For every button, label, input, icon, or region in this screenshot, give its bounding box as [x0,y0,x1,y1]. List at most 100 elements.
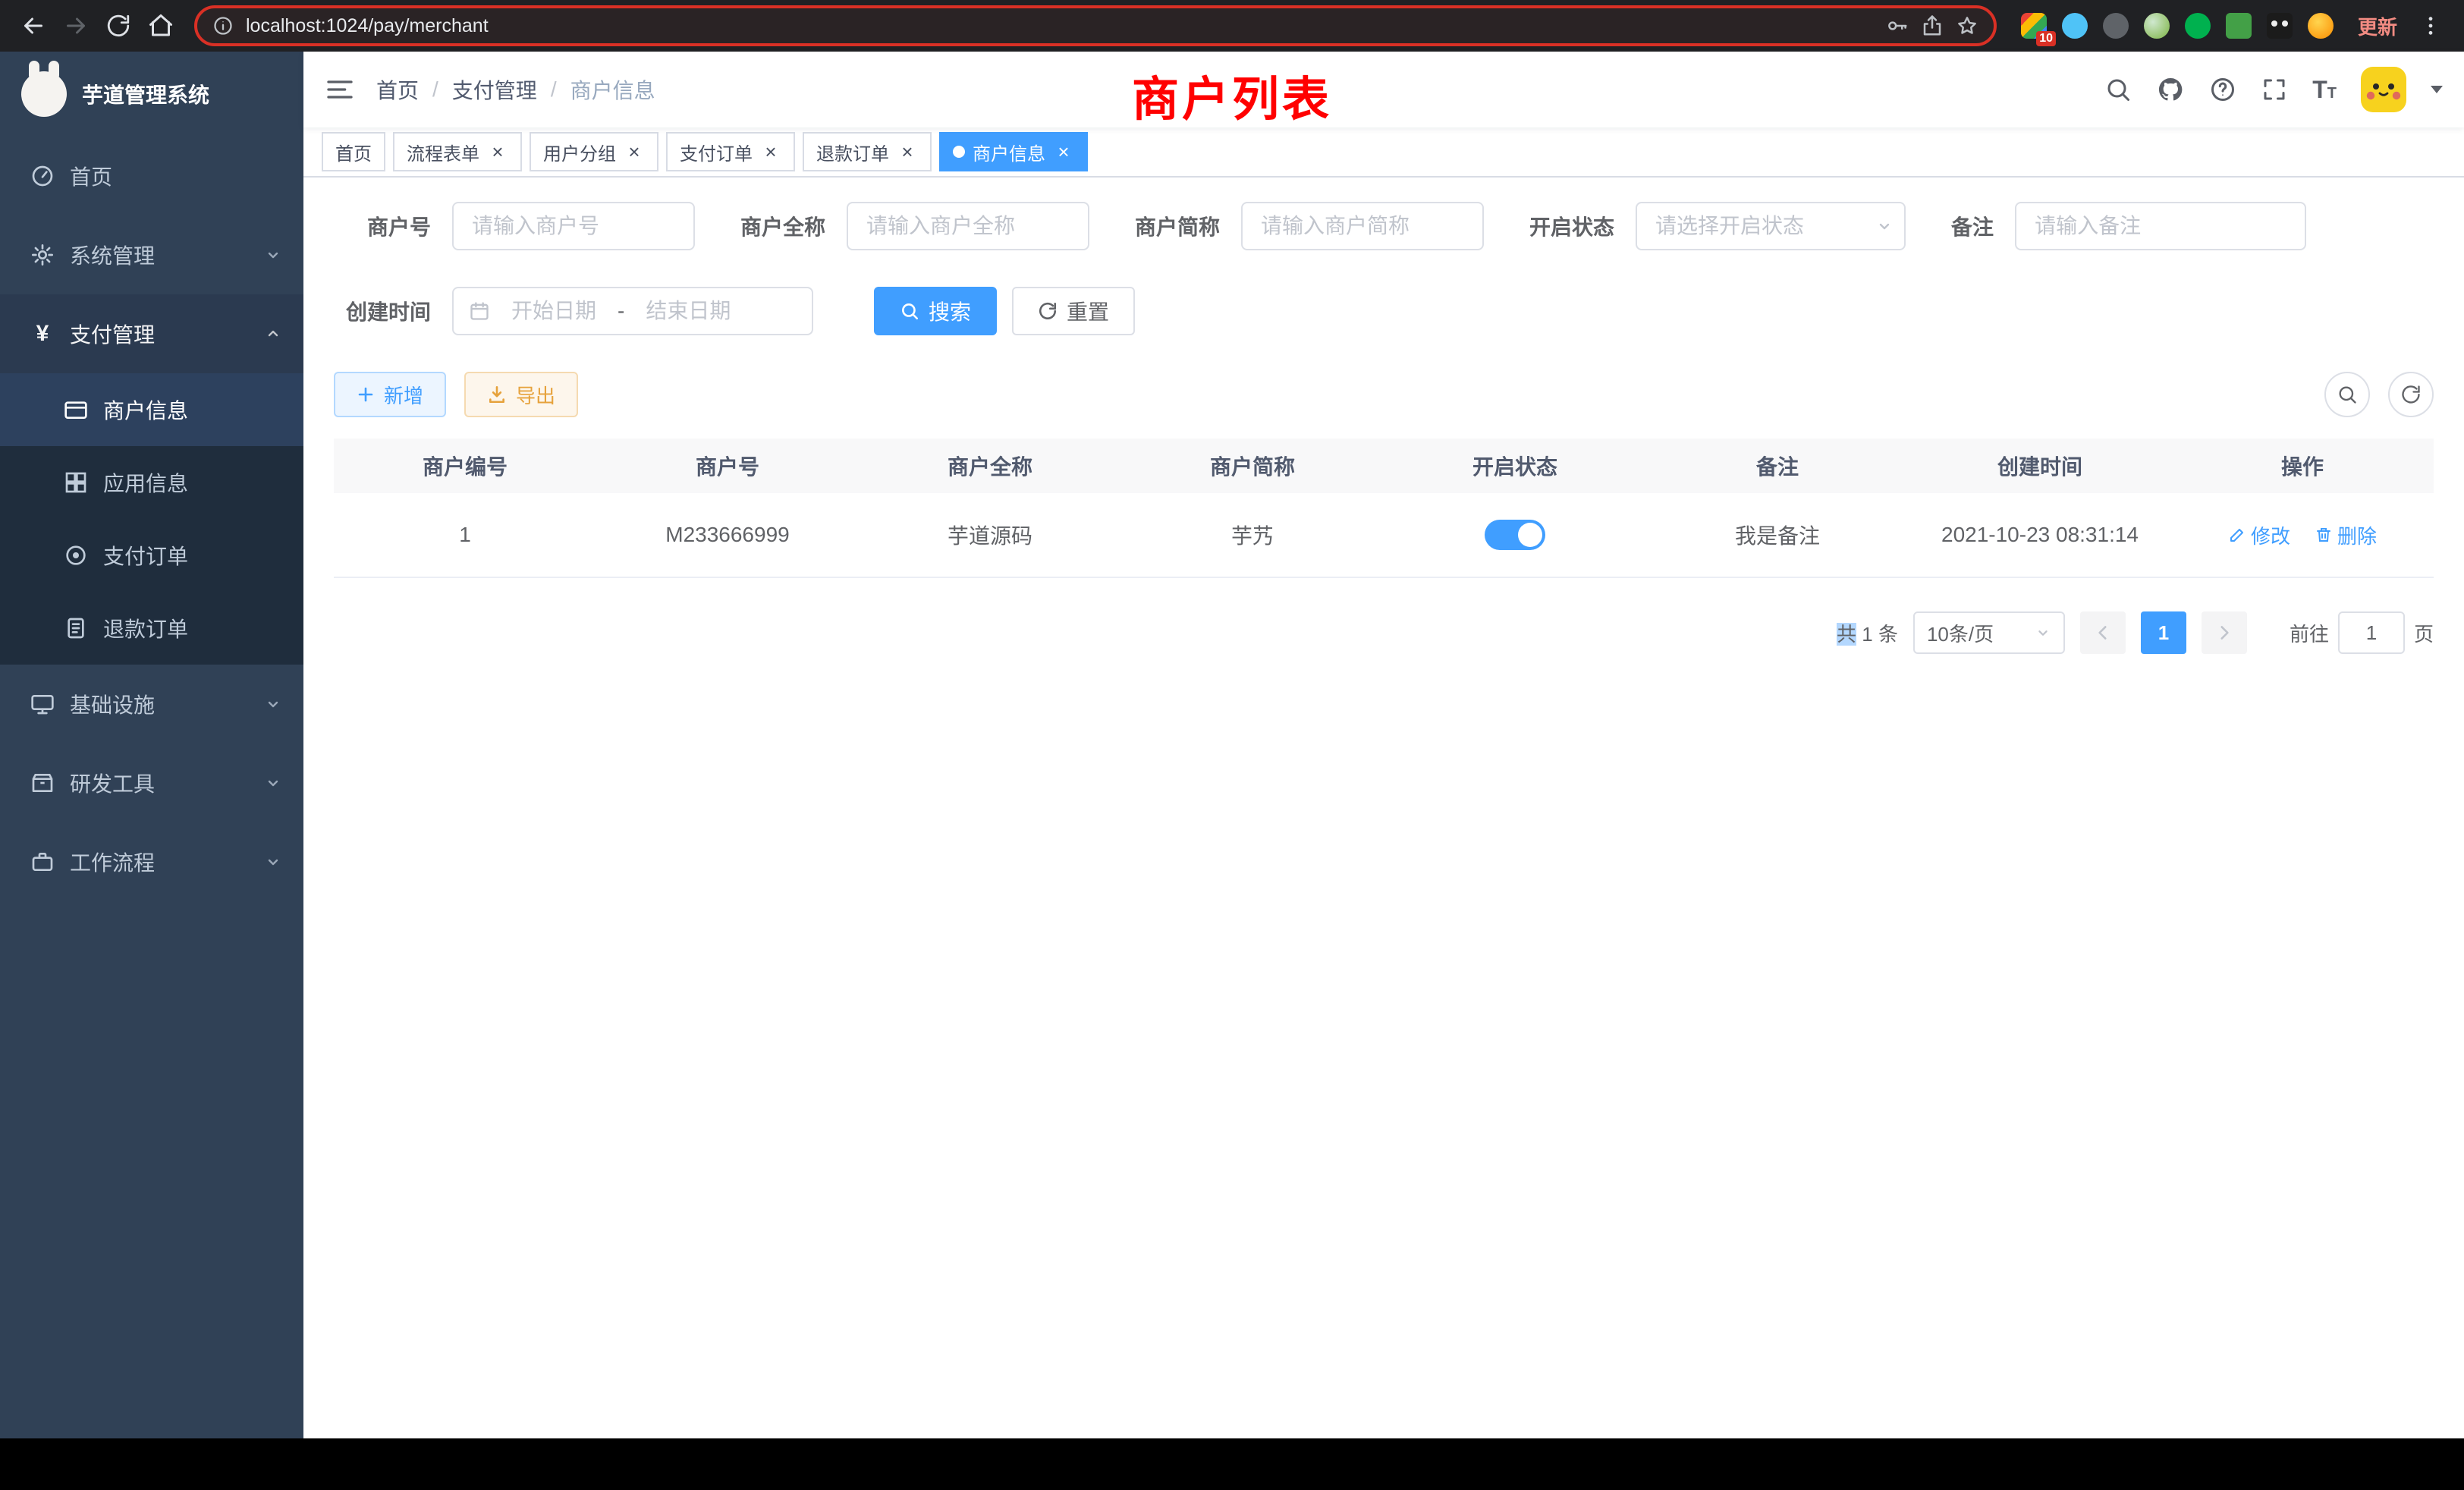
tab-refund-order[interactable]: 退款订单× [803,132,932,171]
sidebar-item-refund-order[interactable]: 退款订单 [0,592,303,665]
calendar-icon [469,300,490,322]
chevron-down-icon [264,853,282,871]
app-logo[interactable]: 芋道管理系统 [0,52,303,137]
merchant-no-input[interactable] [452,202,695,250]
chevron-left-icon [2093,623,2113,643]
github-icon [2156,75,2185,104]
payment-submenu: 商户信息 应用信息 支付订单 退款订单 [0,373,303,665]
tab-process-form[interactable]: 流程表单× [393,132,522,171]
github-button[interactable] [2156,75,2185,104]
reload-button[interactable] [97,5,140,47]
refresh-table-button[interactable] [2388,372,2434,417]
header-search-button[interactable] [2104,76,2132,103]
tab-close-icon[interactable]: × [897,141,918,162]
document-icon [64,616,88,640]
extension-icon-tampermonkey[interactable] [2267,13,2293,39]
remark-input[interactable] [2015,202,2306,250]
short-name-input[interactable] [1241,202,1484,250]
filter-row-1: 商户号 商户全称 商户简称 开启状态 [334,202,2434,250]
user-avatar[interactable] [2361,67,2406,112]
filter-create-time: 创建时间 - [334,287,813,335]
edit-button[interactable]: 修改 [2228,521,2290,549]
end-date-input[interactable] [633,299,743,323]
breadcrumb-payment[interactable]: 支付管理 [452,74,537,105]
cell-id: 1 [334,493,596,577]
browser-chrome: localhost:1024/pay/merchant 10 更新 [0,0,2464,52]
sidebar-item-home[interactable]: 首页 [0,137,303,215]
extension-icon-green-book[interactable] [2226,13,2252,39]
forward-icon [62,12,90,39]
page-number-1[interactable]: 1 [2141,611,2186,654]
kebab-menu-icon [2418,14,2443,38]
forward-button[interactable] [55,5,97,47]
fullscreen-button[interactable] [2261,76,2288,103]
back-button[interactable] [12,5,55,47]
add-button[interactable]: 新增 [334,372,446,417]
tab-close-icon[interactable]: × [487,141,508,162]
sidebar-item-merchant-info[interactable]: 商户信息 [0,373,303,446]
sidebar-item-payment[interactable]: ¥ 支付管理 [0,294,303,373]
tab-pay-order[interactable]: 支付订单× [666,132,795,171]
cell-actions: 修改 删除 [2171,493,2434,577]
cell-full-name: 芋道源码 [859,493,1121,577]
delete-button[interactable]: 删除 [2315,521,2377,549]
merchant-table: 商户编号 商户号 商户全称 商户简称 开启状态 备注 创建时间 操作 1 M23… [334,439,2434,578]
bookmark-star-icon[interactable] [1956,14,1978,37]
active-tab-dot [953,146,965,158]
goto-page-input[interactable] [2338,611,2405,654]
sidebar-item-infrastructure[interactable]: 基础设施 [0,665,303,743]
full-name-input[interactable] [847,202,1089,250]
chrome-menu-button[interactable] [2409,5,2452,47]
extension-icon-colorful[interactable]: 10 [2021,13,2047,39]
extension-icon-avatar[interactable] [2144,13,2170,39]
date-range-picker[interactable]: - [452,287,813,335]
page-size-select[interactable]: 10条/页 [1913,611,2065,654]
tab-close-icon[interactable]: × [760,141,781,162]
address-bar[interactable]: localhost:1024/pay/merchant [194,5,1997,46]
export-button[interactable]: 导出 [464,372,578,417]
home-button[interactable] [140,5,182,47]
search-button[interactable]: 搜索 [874,287,997,335]
sidebar-item-system[interactable]: 系统管理 [0,215,303,294]
tab-home[interactable]: 首页 [322,132,385,171]
tab-close-icon[interactable]: × [1053,141,1074,162]
profile-avatar[interactable] [2308,13,2334,39]
tab-user-group[interactable]: 用户分组× [530,132,658,171]
sidebar-item-workflow[interactable]: 工作流程 [0,822,303,901]
cell-remark: 我是备注 [1646,493,1909,577]
font-size-button[interactable]: TT [2312,76,2337,104]
filter-row-2: 创建时间 - 搜索 [334,287,2434,335]
reset-button[interactable]: 重置 [1012,287,1135,335]
sidebar-item-pay-order[interactable]: 支付订单 [0,519,303,592]
chevron-down-icon [264,774,282,792]
start-date-input[interactable] [499,299,608,323]
status-select[interactable] [1636,202,1906,250]
breadcrumb-home[interactable]: 首页 [376,74,419,105]
tab-merchant-info[interactable]: 商户信息× [939,132,1088,171]
next-page-button[interactable] [2202,611,2247,654]
sidebar-item-app-info[interactable]: 应用信息 [0,446,303,519]
extension-icon-blue[interactable] [2062,13,2088,39]
share-icon[interactable] [1921,14,1944,37]
help-button[interactable] [2209,76,2236,103]
tab-close-icon[interactable]: × [624,141,645,162]
extension-icon-green-circle[interactable] [2185,13,2211,39]
chevron-down-icon [264,695,282,713]
cell-merchant-no: M233666999 [596,493,859,577]
avatar-dropdown-caret[interactable] [2431,86,2443,93]
site-info-icon[interactable] [212,15,234,36]
sidebar-toggle-button[interactable] [325,74,355,105]
briefcase-icon [30,850,55,874]
gear-icon [30,243,55,267]
chevron-up-icon [264,325,282,343]
table-header: 商户编号 商户号 商户全称 商户简称 开启状态 备注 创建时间 操作 [334,439,2434,493]
show-search-toggle-button[interactable] [2324,372,2370,417]
annotation-title: 商户列表 [1132,61,1332,129]
extension-icon-gray[interactable] [2103,13,2129,39]
app-window: 芋道管理系统 首页 系统管理 ¥ 支付管理 商户信息 [0,52,2464,1438]
prev-page-button[interactable] [2080,611,2126,654]
status-toggle[interactable] [1485,520,1545,550]
chrome-update-button[interactable]: 更新 [2346,12,2409,40]
password-key-icon[interactable] [1886,14,1909,37]
sidebar-item-dev-tools[interactable]: 研发工具 [0,743,303,822]
